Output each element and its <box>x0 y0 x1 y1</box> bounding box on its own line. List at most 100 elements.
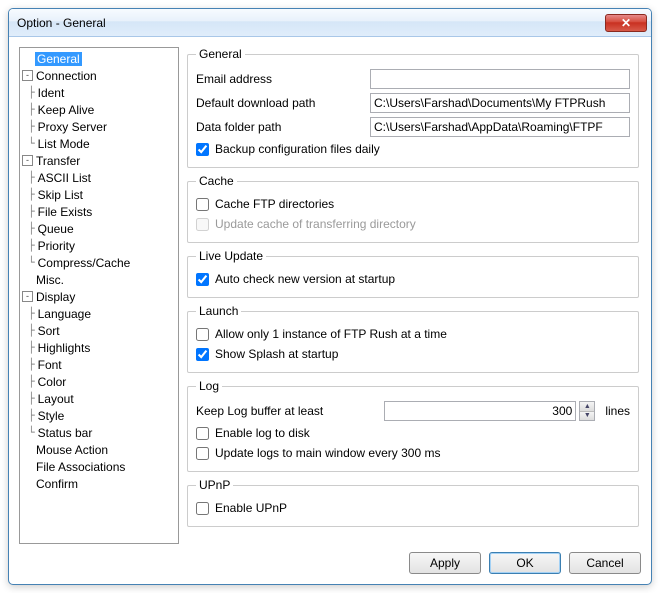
tree-branch-icon: ├ <box>28 171 35 184</box>
tree-item-compress-cache[interactable]: └Compress/Cache <box>20 254 178 271</box>
group-live-legend: Live Update <box>196 249 266 263</box>
group-general: General Email address Default download p… <box>187 47 639 168</box>
upnp-checkbox[interactable] <box>196 502 209 515</box>
tree-item-general[interactable]: General <box>20 50 178 67</box>
tree-item-list-mode[interactable]: └List Mode <box>20 135 178 152</box>
backup-label: Backup configuration files daily <box>215 142 380 156</box>
email-input[interactable] <box>370 69 630 89</box>
tree-branch-icon: └ <box>28 256 35 269</box>
tree-item-confirm[interactable]: Confirm <box>20 475 178 492</box>
tree-item-label: ASCII List <box>37 171 92 185</box>
tree-item-label: Transfer <box>35 154 81 168</box>
apply-button[interactable]: Apply <box>409 552 481 574</box>
chevron-down-icon[interactable]: ▼ <box>580 412 594 421</box>
tree-branch-icon: ├ <box>28 409 35 422</box>
tree-branch-icon: ├ <box>28 120 35 133</box>
tree-item-ident[interactable]: ├Ident <box>20 84 178 101</box>
tree-item-display[interactable]: -Display <box>20 288 178 305</box>
data-path-input[interactable] <box>370 117 630 137</box>
content-area: General-Connection├Ident├Keep Alive├Prox… <box>9 37 651 584</box>
chevron-up-icon[interactable]: ▲ <box>580 402 594 412</box>
tree-item-label: Ident <box>37 86 66 100</box>
tree-branch-icon: ├ <box>28 222 35 235</box>
tree-item-style[interactable]: ├Style <box>20 407 178 424</box>
tree-item-label: General <box>35 52 82 66</box>
download-path-label: Default download path <box>196 96 366 110</box>
tree-item-proxy-server[interactable]: ├Proxy Server <box>20 118 178 135</box>
update-cache-checkbox <box>196 218 209 231</box>
tree-item-label: Language <box>37 307 92 321</box>
tree-branch-icon: ├ <box>28 392 35 405</box>
tree-item-label: Misc. <box>35 273 65 287</box>
tree-item-label: Sort <box>37 324 61 338</box>
tree-item-ascii-list[interactable]: ├ASCII List <box>20 169 178 186</box>
tree-item-label: File Exists <box>37 205 94 219</box>
tree-branch-icon: ├ <box>28 86 35 99</box>
tree-item-transfer[interactable]: -Transfer <box>20 152 178 169</box>
ok-button[interactable]: OK <box>489 552 561 574</box>
tree-item-label: Status bar <box>37 426 94 440</box>
tree-item-label: Layout <box>37 392 75 406</box>
tree-branch-icon: ├ <box>28 239 35 252</box>
tree-item-highlights[interactable]: ├Highlights <box>20 339 178 356</box>
keep-log-suffix: lines <box>605 404 630 418</box>
update-main-checkbox[interactable] <box>196 447 209 460</box>
tree-item-font[interactable]: ├Font <box>20 356 178 373</box>
tree-item-file-exists[interactable]: ├File Exists <box>20 203 178 220</box>
group-launch-legend: Launch <box>196 304 241 318</box>
tree-branch-icon: ├ <box>28 358 35 371</box>
tree-item-label: Highlights <box>37 341 92 355</box>
close-icon[interactable]: ✕ <box>605 14 647 32</box>
tree-branch-icon: └ <box>28 426 35 439</box>
update-cache-label: Update cache of transferring directory <box>215 217 416 231</box>
options-dialog: Option - General ✕ General-Connection├Id… <box>8 8 652 585</box>
tree-item-label: Display <box>35 290 76 304</box>
tree-item-mouse-action[interactable]: Mouse Action <box>20 441 178 458</box>
category-tree[interactable]: General-Connection├Ident├Keep Alive├Prox… <box>19 47 179 544</box>
tree-item-misc-[interactable]: Misc. <box>20 271 178 288</box>
tree-item-label: Queue <box>37 222 75 236</box>
tree-branch-icon: ├ <box>28 341 35 354</box>
collapse-icon[interactable]: - <box>22 291 33 302</box>
collapse-icon[interactable]: - <box>22 70 33 81</box>
keep-log-spinner[interactable]: ▲▼ <box>579 401 595 421</box>
show-splash-label: Show Splash at startup <box>215 347 338 361</box>
auto-check-checkbox[interactable] <box>196 273 209 286</box>
enable-disk-label: Enable log to disk <box>215 426 310 440</box>
backup-checkbox[interactable] <box>196 143 209 156</box>
tree-item-skip-list[interactable]: ├Skip List <box>20 186 178 203</box>
collapse-icon[interactable]: - <box>22 155 33 166</box>
cache-ftp-checkbox[interactable] <box>196 198 209 211</box>
titlebar: Option - General ✕ <box>9 9 651 37</box>
enable-disk-checkbox[interactable] <box>196 427 209 440</box>
tree-item-color[interactable]: ├Color <box>20 373 178 390</box>
cancel-button[interactable]: Cancel <box>569 552 641 574</box>
tree-item-file-associations[interactable]: File Associations <box>20 458 178 475</box>
tree-item-status-bar[interactable]: └Status bar <box>20 424 178 441</box>
tree-item-label: List Mode <box>37 137 91 151</box>
tree-item-queue[interactable]: ├Queue <box>20 220 178 237</box>
tree-item-connection[interactable]: -Connection <box>20 67 178 84</box>
settings-panel: General Email address Default download p… <box>187 47 641 544</box>
tree-item-layout[interactable]: ├Layout <box>20 390 178 407</box>
tree-item-label: Priority <box>37 239 76 253</box>
group-log: Log Keep Log buffer at least ▲▼ lines En… <box>187 379 639 472</box>
tree-item-keep-alive[interactable]: ├Keep Alive <box>20 101 178 118</box>
tree-branch-icon: ├ <box>28 205 35 218</box>
group-cache-legend: Cache <box>196 174 237 188</box>
window-title: Option - General <box>17 16 605 30</box>
keep-log-input[interactable] <box>384 401 576 421</box>
tree-item-sort[interactable]: ├Sort <box>20 322 178 339</box>
tree-item-label: File Associations <box>35 460 126 474</box>
single-instance-checkbox[interactable] <box>196 328 209 341</box>
group-log-legend: Log <box>196 379 222 393</box>
update-main-label: Update logs to main window every 300 ms <box>215 446 440 460</box>
tree-item-language[interactable]: ├Language <box>20 305 178 322</box>
tree-branch-icon: ├ <box>28 188 35 201</box>
tree-item-priority[interactable]: ├Priority <box>20 237 178 254</box>
tree-item-label: Font <box>37 358 63 372</box>
download-path-input[interactable] <box>370 93 630 113</box>
show-splash-checkbox[interactable] <box>196 348 209 361</box>
single-instance-label: Allow only 1 instance of FTP Rush at a t… <box>215 327 447 341</box>
tree-branch-icon: ├ <box>28 324 35 337</box>
